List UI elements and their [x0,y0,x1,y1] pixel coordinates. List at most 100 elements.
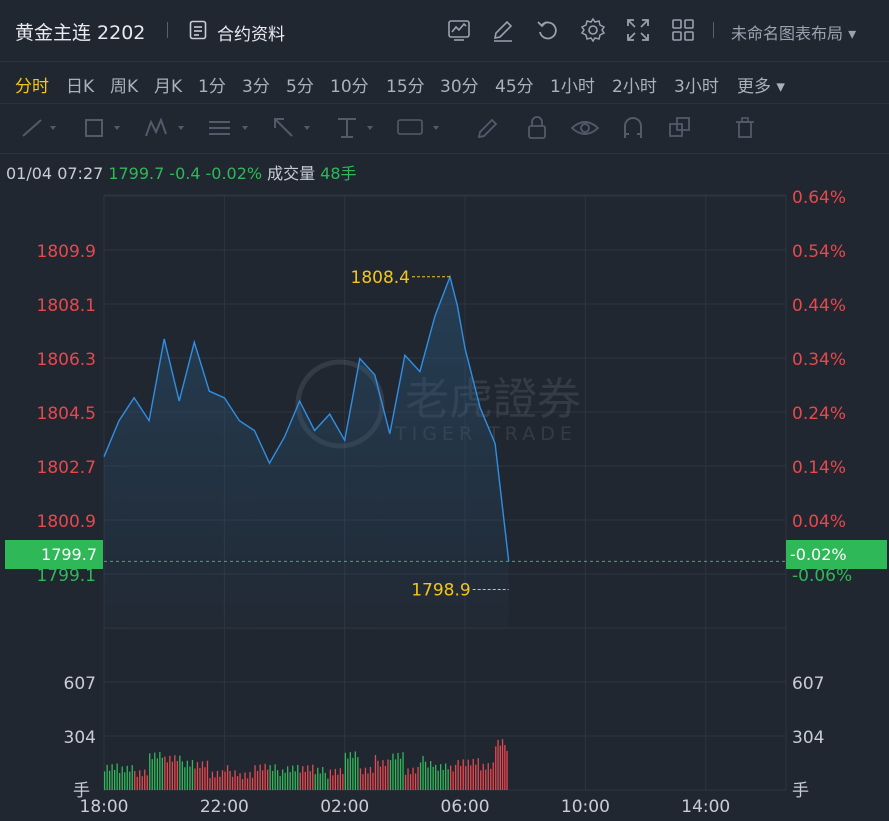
volume-bar [169,755,171,790]
volume-bar [186,760,188,790]
edit-icon[interactable] [490,17,516,43]
copy-icon[interactable] [667,114,693,142]
y-tick-right: 0.04% [792,512,846,532]
magnet-icon[interactable] [620,114,646,142]
gear-icon[interactable] [580,17,606,43]
tab-2hour[interactable]: 2小时 [612,72,657,97]
volume-bar [194,768,196,790]
volume-bar [427,767,429,790]
volume-bar [379,766,382,790]
y-tick-left: 1808.1 [37,296,96,316]
x-tick: 14:00 [681,797,730,817]
volume-bar [455,764,457,790]
tab-30min[interactable]: 30分 [440,72,479,97]
tab-45min[interactable]: 45分 [495,72,534,97]
volume-bar [472,758,474,790]
tab-intraday[interactable]: 分时 [15,72,49,97]
volume-bar [229,771,231,790]
undo-icon[interactable] [535,17,561,43]
volume-bar [409,774,412,790]
document-icon[interactable] [189,20,207,40]
x-tick: 02:00 [320,797,369,817]
y-tick-right: 0.64% [792,190,846,208]
tab-daily[interactable]: 日K [66,72,94,97]
label-tool-icon[interactable] [396,114,446,142]
tab-weekly[interactable]: 周K [110,72,138,97]
volume-bar [181,761,183,790]
volume-bar [352,757,354,790]
volume-bar [389,760,392,790]
volume-bar [251,777,254,790]
volume-bar [219,776,221,790]
text-tool-icon[interactable] [334,114,380,142]
layout-name-dropdown[interactable]: 未命名图表布局 ▾ [731,20,856,44]
volume-bar [402,752,404,790]
volume-bar [179,755,181,790]
volume-bar [274,764,276,790]
volume-bar [322,767,324,790]
chart-settings-icon[interactable] [446,17,472,43]
price-chart[interactable]: 老虎證券 TIGER TRADE 1809.91808.11806.31804.… [0,190,889,821]
volume-label: 成交量 [267,164,316,183]
volume-bar [121,766,123,790]
line-tool-icon[interactable] [20,114,62,142]
volume-bar [176,761,178,790]
y-tick-right: 0.44% [792,296,846,316]
lock-icon[interactable] [524,114,550,142]
volume-bar [362,774,364,790]
volume-bar [109,770,111,790]
volume-bar [399,758,402,790]
volume-bar [144,769,146,790]
eye-icon[interactable] [570,114,600,142]
tab-more[interactable]: 更多 ▾ [737,72,785,97]
volume-bar [492,762,494,790]
tab-3hour[interactable]: 3小时 [674,72,719,97]
volume-bar [495,746,497,790]
wave-tool-icon[interactable] [144,114,188,142]
symbol-title[interactable]: 黄金主连 2202 [15,18,145,45]
volume-bar [412,767,414,790]
tab-15min[interactable]: 15分 [386,72,425,97]
tab-5min[interactable]: 5分 [286,72,314,97]
volume-bar [159,751,161,790]
volume-bar [299,772,301,790]
volume-bar [231,776,234,790]
volume-bar [249,771,251,790]
fullscreen-icon[interactable] [625,17,651,43]
tab-1hour[interactable]: 1小时 [550,72,595,97]
volume-bar [199,767,201,790]
quote-change: -0.4 [169,164,201,183]
layout-grid-icon[interactable] [670,17,696,43]
trash-icon[interactable] [732,114,758,142]
contract-info-button[interactable]: 合约资料 [217,20,285,45]
volume-bar [256,771,259,790]
quote-info-bar: 01/04 07:27 1799.7 -0.4 -0.02% 成交量 48手 [6,160,362,184]
volume-bar [259,764,261,790]
volume-bar [292,765,294,790]
tab-1min[interactable]: 1分 [198,72,226,97]
volume-bar [354,751,356,790]
volume-bar [382,760,384,790]
volume-bar [221,770,224,790]
tab-10min[interactable]: 10分 [330,72,369,97]
volume-bar [384,765,387,790]
volume-bar [480,770,482,790]
volume-bars [104,739,508,790]
volume-bar [189,766,191,790]
tab-3min[interactable]: 3分 [242,72,270,97]
volume-bar [364,767,367,790]
volume-bar [477,758,479,790]
volume-bar [435,764,437,790]
tab-monthly[interactable]: 月K [154,72,182,97]
x-tick: 22:00 [200,797,249,817]
volume-bar [104,771,106,790]
volume-bar [201,761,204,790]
fib-tool-icon[interactable] [206,114,254,142]
arrow-tool-icon[interactable] [270,114,318,142]
pen-icon[interactable] [475,114,501,142]
volume-bar [397,752,399,790]
rect-tool-icon[interactable] [82,114,124,142]
volume-bar [490,768,492,790]
volume-bar [430,761,432,790]
volume-bar [209,778,211,790]
